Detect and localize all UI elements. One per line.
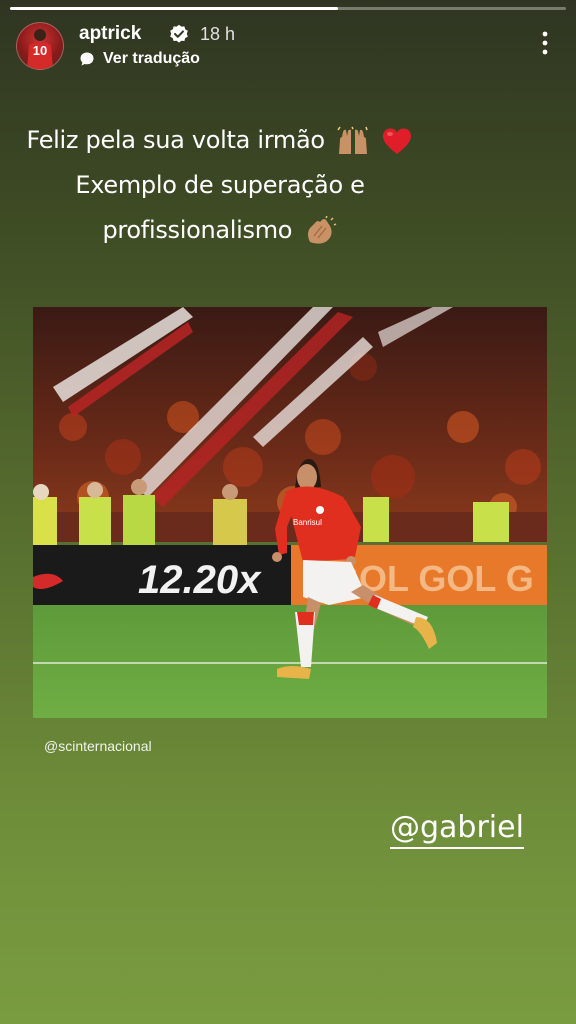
clapping-hands-emoji <box>307 216 336 244</box>
username[interactable]: aptrick <box>79 23 141 45</box>
shirt-sponsor-text: Banrisul <box>293 518 322 527</box>
caption-line-1-text: Feliz pela sua volta irmão <box>26 126 326 154</box>
story-progress-fill <box>10 7 339 10</box>
more-vertical-icon[interactable] <box>540 30 550 56</box>
mention-sticker[interactable]: @gabriel <box>390 810 524 849</box>
red-heart-emoji <box>383 128 412 154</box>
raised-hands-emoji <box>337 126 368 154</box>
verified-badge-icon <box>170 24 188 43</box>
caption-line-1: Feliz pela sua volta irmão <box>0 118 440 163</box>
avatar-number: 10 <box>32 43 48 58</box>
translate-bubble-icon <box>80 52 94 66</box>
photo-credit[interactable]: @scinternacional <box>44 738 152 754</box>
caption-line-3-text: profissionalismo <box>102 216 293 244</box>
translate-button[interactable]: Ver tradução <box>79 50 200 68</box>
avatar[interactable]: 10 <box>16 22 64 70</box>
translate-label: Ver tradução <box>103 50 200 67</box>
caption-line-3: profissionalismo <box>0 208 440 253</box>
caption-line-2: Exemplo de superação e <box>75 171 365 199</box>
board-odds-text: 12.20x <box>138 558 262 602</box>
football-player-photo: 12.20x GOL GOL G Banrisul <box>33 307 547 718</box>
story-header: 10 aptrick 18 h Ver tradução <box>16 22 560 70</box>
story-photo: 12.20x GOL GOL G Banrisul <box>33 307 547 718</box>
story-progress-bar <box>10 7 566 10</box>
post-time: 18 h <box>200 24 236 44</box>
story-caption: Feliz pela sua volta irmão Exemplo de su… <box>0 118 440 253</box>
